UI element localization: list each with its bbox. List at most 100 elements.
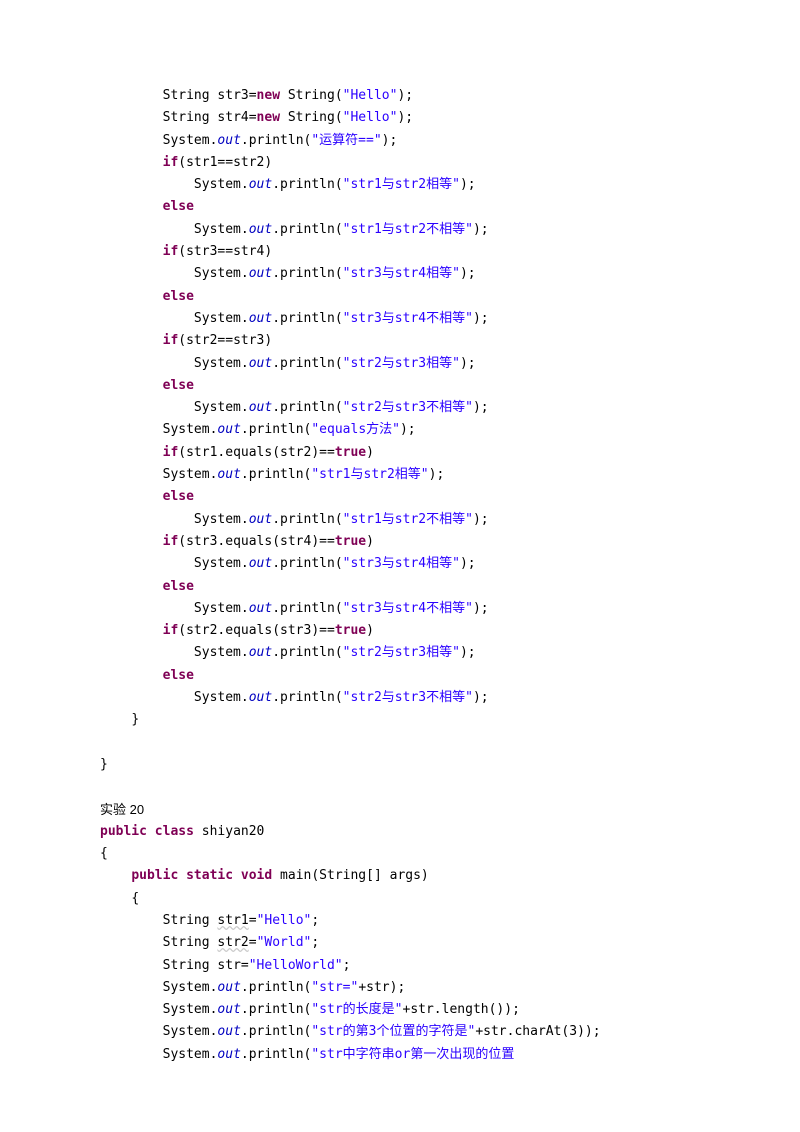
code-token: System. xyxy=(163,422,218,437)
code-block: String str3=new String("Hello"); String … xyxy=(100,85,800,1066)
code-token: "str1与str2相等" xyxy=(343,177,460,192)
code-token: .println( xyxy=(272,400,342,415)
code-line: if(str1==str2) xyxy=(100,152,800,174)
code-token: out xyxy=(217,1024,240,1039)
code-line: public static void main(String[] args) xyxy=(100,865,800,887)
code-token: out xyxy=(217,980,240,995)
code-token: else xyxy=(163,668,194,683)
code-token: System. xyxy=(194,311,249,326)
code-token: class xyxy=(155,824,194,839)
code-line: System.out.println("str2与str3相等"); xyxy=(100,642,800,664)
code-token: .println( xyxy=(272,556,342,571)
code-token: new xyxy=(257,88,280,103)
code-line xyxy=(100,776,800,798)
code-token: "str3与str4不相等" xyxy=(343,601,473,616)
code-token: ; xyxy=(311,913,319,928)
code-token: out xyxy=(249,512,272,527)
code-token: String xyxy=(163,913,218,928)
code-token: shiyan20 xyxy=(194,824,264,839)
code-token: ); xyxy=(400,422,416,437)
code-token: .println( xyxy=(272,645,342,660)
code-token: str2 xyxy=(217,935,248,950)
code-token: out xyxy=(217,1002,240,1017)
code-line: else xyxy=(100,486,800,508)
code-token: (str3==str4) xyxy=(178,244,272,259)
code-line: System.out.println("str2与str3相等"); xyxy=(100,353,800,375)
code-token: ) xyxy=(366,445,374,460)
code-line: if(str1.equals(str2)==true) xyxy=(100,442,800,464)
code-token: System. xyxy=(194,512,249,527)
code-token: .println( xyxy=(272,177,342,192)
code-token: .println( xyxy=(241,133,311,148)
code-line: } xyxy=(100,709,800,731)
code-token: "str中字符串or第一次出现的位置 xyxy=(311,1047,514,1062)
code-token: System. xyxy=(194,222,249,237)
code-line: { xyxy=(100,843,800,865)
code-token: (str3.equals(str4)== xyxy=(178,534,335,549)
code-token: ); xyxy=(473,311,489,326)
code-line: else xyxy=(100,196,800,218)
code-token: main(String[] args) xyxy=(272,868,429,883)
code-line: 实验 20 xyxy=(100,799,800,821)
code-token: "Hello" xyxy=(343,88,398,103)
code-token: = xyxy=(249,935,257,950)
code-token: String str= xyxy=(163,958,249,973)
code-token: System. xyxy=(163,133,218,148)
code-line: System.out.println("运算符=="); xyxy=(100,130,800,152)
code-token: if xyxy=(163,333,179,348)
code-token: .println( xyxy=(272,512,342,527)
code-token: out xyxy=(217,422,240,437)
code-line: if(str3==str4) xyxy=(100,241,800,263)
code-token: (str2==str3) xyxy=(178,333,272,348)
code-token: .println( xyxy=(241,1002,311,1017)
code-token: ); xyxy=(473,222,489,237)
code-token: String xyxy=(163,935,218,950)
code-token: "equals方法" xyxy=(311,422,400,437)
code-line: { xyxy=(100,888,800,910)
code-token: true xyxy=(335,623,366,638)
code-token: ); xyxy=(460,645,476,660)
code-line: else xyxy=(100,375,800,397)
code-line: System.out.println("str3与str4不相等"); xyxy=(100,598,800,620)
code-line: } xyxy=(100,754,800,776)
code-line: String str1="Hello"; xyxy=(100,910,800,932)
code-token: "str1与str2不相等" xyxy=(343,222,473,237)
code-token: if xyxy=(163,623,179,638)
code-line: System.out.println("str1与str2相等"); xyxy=(100,174,800,196)
code-token: System. xyxy=(194,645,249,660)
code-token: .println( xyxy=(241,422,311,437)
code-token: ); xyxy=(429,467,445,482)
code-token: public xyxy=(131,868,178,883)
code-line: else xyxy=(100,286,800,308)
code-token: else xyxy=(163,378,194,393)
code-token: public xyxy=(100,824,147,839)
code-token: out xyxy=(217,467,240,482)
code-token: System. xyxy=(194,690,249,705)
code-token: System. xyxy=(163,1002,218,1017)
code-token: } xyxy=(100,757,108,772)
code-token: "str2与str3相等" xyxy=(343,356,460,371)
code-token: ); xyxy=(397,88,413,103)
code-token: { xyxy=(100,846,108,861)
code-token: "str3与str4不相等" xyxy=(343,311,473,326)
code-line: if(str3.equals(str4)==true) xyxy=(100,531,800,553)
code-token: out xyxy=(249,266,272,281)
code-line: String str3=new String("Hello"); xyxy=(100,85,800,107)
code-token: void xyxy=(241,868,272,883)
code-line: System.out.println("str2与str3不相等"); xyxy=(100,397,800,419)
code-token: else xyxy=(163,199,194,214)
code-token: if xyxy=(163,445,179,460)
code-token: String( xyxy=(280,88,343,103)
code-token: .println( xyxy=(272,690,342,705)
code-token: .println( xyxy=(241,1024,311,1039)
code-token: ); xyxy=(397,110,413,125)
code-line: else xyxy=(100,665,800,687)
code-token: out xyxy=(249,556,272,571)
code-token xyxy=(147,824,155,839)
code-token: "str=" xyxy=(311,980,358,995)
code-token: out xyxy=(217,133,240,148)
code-token: (str2.equals(str3)== xyxy=(178,623,335,638)
code-token: ); xyxy=(473,601,489,616)
code-token: "运算符==" xyxy=(311,133,381,148)
code-token: "str的第3个位置的字符是" xyxy=(311,1024,475,1039)
